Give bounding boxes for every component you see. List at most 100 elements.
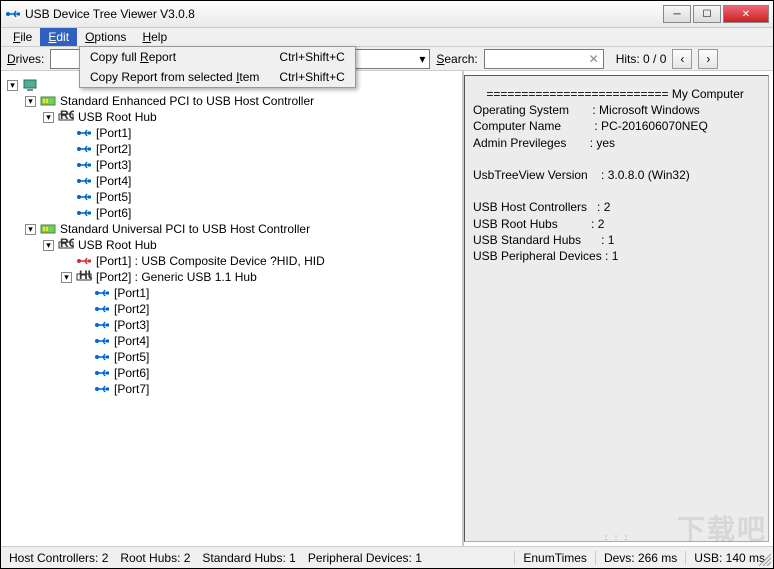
watermark: 下载吧 bbox=[677, 508, 767, 548]
usb-icon bbox=[76, 173, 92, 189]
close-button[interactable]: ✕ bbox=[723, 5, 769, 23]
tree-node-label: [Port6] bbox=[96, 206, 131, 220]
menu-help[interactable]: Help bbox=[134, 28, 175, 46]
usb-icon bbox=[94, 333, 110, 349]
tree-row[interactable]: [Port7] bbox=[7, 381, 462, 397]
tree-node-label: [Port5] bbox=[114, 350, 149, 364]
usb-icon bbox=[94, 301, 110, 317]
menubar: File Edit Options Help bbox=[1, 28, 773, 47]
tree-row[interactable]: ▾ Standard Universal PCI to USB Host Cont… bbox=[7, 221, 462, 237]
tree-row[interactable]: ▾ [Port2] : Generic USB 1.1 Hub bbox=[7, 269, 462, 285]
tree-node-label: USB Root Hub bbox=[78, 238, 157, 252]
tree-node-label: [Port2] bbox=[96, 142, 131, 156]
tree-row[interactable]: ▾ USB Root Hub bbox=[7, 237, 462, 253]
status-devs: Devs: 266 ms bbox=[595, 551, 677, 565]
expander-icon[interactable]: ▾ bbox=[7, 80, 18, 91]
maximize-button[interactable]: ☐ bbox=[693, 5, 721, 23]
tree-row[interactable]: [Port6] bbox=[7, 205, 462, 221]
tree-node-label: [Port4] bbox=[96, 174, 131, 188]
next-button[interactable]: › bbox=[698, 49, 718, 69]
titlebar: USB Device Tree Viewer V3.0.8 ─ ☐ ✕ bbox=[1, 1, 773, 28]
tree-row[interactable]: [Port3] bbox=[7, 317, 462, 333]
tree-node-label: [Port6] bbox=[114, 366, 149, 380]
usb-icon bbox=[76, 141, 92, 157]
tree-node-label: Standard Enhanced PCI to USB Host Contro… bbox=[60, 94, 314, 108]
chevron-down-icon: ▾ bbox=[419, 52, 425, 66]
controller-icon bbox=[40, 93, 56, 109]
edit-dropdown: Copy full ReportCtrl+Shift+C Copy Report… bbox=[79, 46, 356, 88]
tree-node-label: [Port1] bbox=[114, 286, 149, 300]
scroll-grip-icon[interactable]: ⋮⋮⋮ bbox=[602, 533, 632, 539]
prev-button[interactable]: ‹ bbox=[672, 49, 692, 69]
usb-icon bbox=[76, 205, 92, 221]
tree-node-label: [Port7] bbox=[114, 382, 149, 396]
drives-label: Drives: bbox=[7, 52, 44, 66]
tree-node-label: [Port2] : Generic USB 1.1 Hub bbox=[96, 270, 257, 284]
computer-icon bbox=[22, 77, 38, 93]
menu-copy-selected-item[interactable]: Copy Report from selected ItemCtrl+Shift… bbox=[80, 67, 355, 87]
tree-node-label: [Port4] bbox=[114, 334, 149, 348]
usb-icon bbox=[94, 317, 110, 333]
tree-row[interactable]: [Port1] bbox=[7, 125, 462, 141]
status-standard-hubs: Standard Hubs: 1 bbox=[202, 551, 295, 565]
hits-label: Hits: 0 / 0 bbox=[616, 52, 667, 66]
usb-icon bbox=[94, 365, 110, 381]
window-title: USB Device Tree Viewer V3.0.8 bbox=[25, 7, 663, 21]
usb-icon bbox=[94, 349, 110, 365]
tree-row[interactable]: [Port2] bbox=[7, 301, 462, 317]
status-usb: USB: 140 ms bbox=[685, 551, 765, 565]
tree-node-label: [Port1] : USB Composite Device ?HID, HID bbox=[96, 254, 325, 268]
usb-icon bbox=[94, 285, 110, 301]
tree-node-label: USB Root Hub bbox=[78, 110, 157, 124]
status-enum: EnumTimes bbox=[514, 551, 587, 565]
usb-icon bbox=[76, 125, 92, 141]
search-input[interactable]: ✕ bbox=[484, 49, 604, 69]
tree-row[interactable]: [Port3] bbox=[7, 157, 462, 173]
tree-node-label: [Port1] bbox=[96, 126, 131, 140]
tree-row[interactable]: ▾ Standard Enhanced PCI to USB Host Contr… bbox=[7, 93, 462, 109]
info-panel[interactable]: ========================== My Computer O… bbox=[464, 75, 769, 542]
tree-row[interactable]: [Port1] bbox=[7, 285, 462, 301]
expander-icon[interactable]: ▾ bbox=[43, 112, 54, 123]
tree-node-label: [Port2] bbox=[114, 302, 149, 316]
resize-grip-icon[interactable] bbox=[757, 552, 771, 566]
statusbar: Host Controllers: 2 Root Hubs: 2 Standar… bbox=[1, 546, 773, 568]
controller-icon bbox=[40, 221, 56, 237]
composite-icon bbox=[76, 253, 92, 269]
tree-row[interactable]: [Port2] bbox=[7, 141, 462, 157]
menu-edit[interactable]: Edit bbox=[40, 28, 77, 46]
menu-file[interactable]: File bbox=[5, 28, 40, 46]
tree-node-label: [Port3] bbox=[114, 318, 149, 332]
info-text: ========================== My Computer O… bbox=[473, 86, 760, 264]
hub-icon bbox=[76, 269, 92, 285]
tree-row[interactable]: [Port5] bbox=[7, 189, 462, 205]
tree-row[interactable]: [Port1] : USB Composite Device ?HID, HID bbox=[7, 253, 462, 269]
tree-row[interactable]: [Port6] bbox=[7, 365, 462, 381]
status-peripheral: Peripheral Devices: 1 bbox=[308, 551, 422, 565]
search-label: Search: bbox=[436, 52, 477, 66]
usb-icon bbox=[76, 157, 92, 173]
expander-icon[interactable]: ▾ bbox=[61, 272, 72, 283]
tree-node-label: [Port3] bbox=[96, 158, 131, 172]
tree-row[interactable]: [Port4] bbox=[7, 333, 462, 349]
usb-icon bbox=[76, 189, 92, 205]
clear-icon[interactable]: ✕ bbox=[589, 52, 599, 66]
status-host-controllers: Host Controllers: 2 bbox=[9, 551, 108, 565]
status-root-hubs: Root Hubs: 2 bbox=[120, 551, 190, 565]
roothub-icon bbox=[58, 109, 74, 125]
expander-icon[interactable]: ▾ bbox=[25, 224, 36, 235]
minimize-button[interactable]: ─ bbox=[663, 5, 691, 23]
tree-node-label: [Port5] bbox=[96, 190, 131, 204]
menu-copy-full-report[interactable]: Copy full ReportCtrl+Shift+C bbox=[80, 47, 355, 67]
app-icon bbox=[5, 6, 21, 22]
tree-row[interactable]: ▾ USB Root Hub bbox=[7, 109, 462, 125]
menu-options[interactable]: Options bbox=[77, 28, 134, 46]
tree-row[interactable]: [Port5] bbox=[7, 349, 462, 365]
tree-row[interactable]: [Port4] bbox=[7, 173, 462, 189]
usb-icon bbox=[94, 381, 110, 397]
expander-icon[interactable]: ▾ bbox=[43, 240, 54, 251]
device-tree[interactable]: ▾ ▾ Standard Enhanced PCI to USB Host Cont… bbox=[1, 71, 464, 546]
roothub-icon bbox=[58, 237, 74, 253]
expander-icon[interactable]: ▾ bbox=[25, 96, 36, 107]
tree-node-label: Standard Universal PCI to USB Host Contr… bbox=[60, 222, 310, 236]
